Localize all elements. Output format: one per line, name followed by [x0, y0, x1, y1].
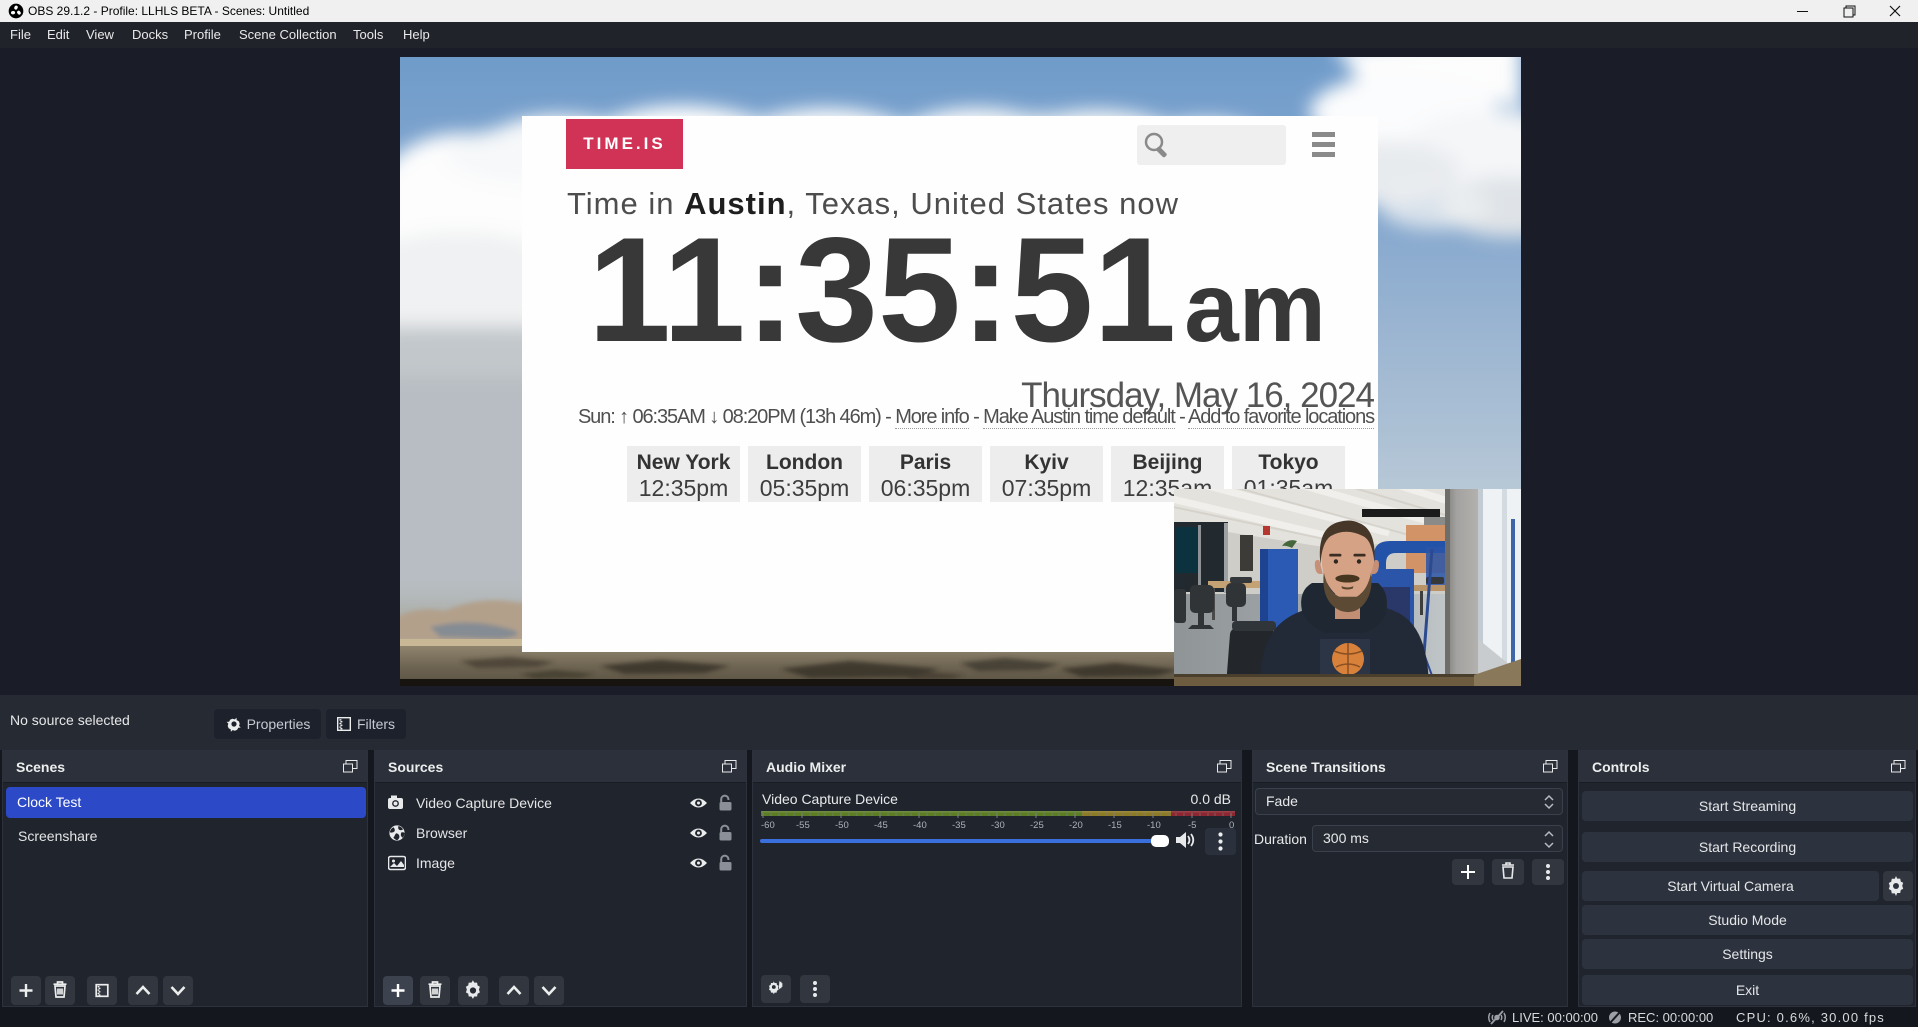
svg-text:-5: -5 — [1188, 820, 1196, 829]
svg-text:-50: -50 — [835, 820, 849, 829]
svg-text:-30: -30 — [991, 820, 1005, 829]
svg-text:-20: -20 — [1069, 820, 1083, 829]
svg-text:-60: -60 — [761, 820, 775, 829]
svg-text:-45: -45 — [874, 820, 888, 829]
svg-text:-55: -55 — [796, 820, 810, 829]
svg-text:-10: -10 — [1147, 820, 1161, 829]
svg-text:-15: -15 — [1108, 820, 1122, 829]
svg-text:-25: -25 — [1030, 820, 1044, 829]
svg-text:-35: -35 — [952, 820, 966, 829]
svg-text:-40: -40 — [913, 820, 927, 829]
